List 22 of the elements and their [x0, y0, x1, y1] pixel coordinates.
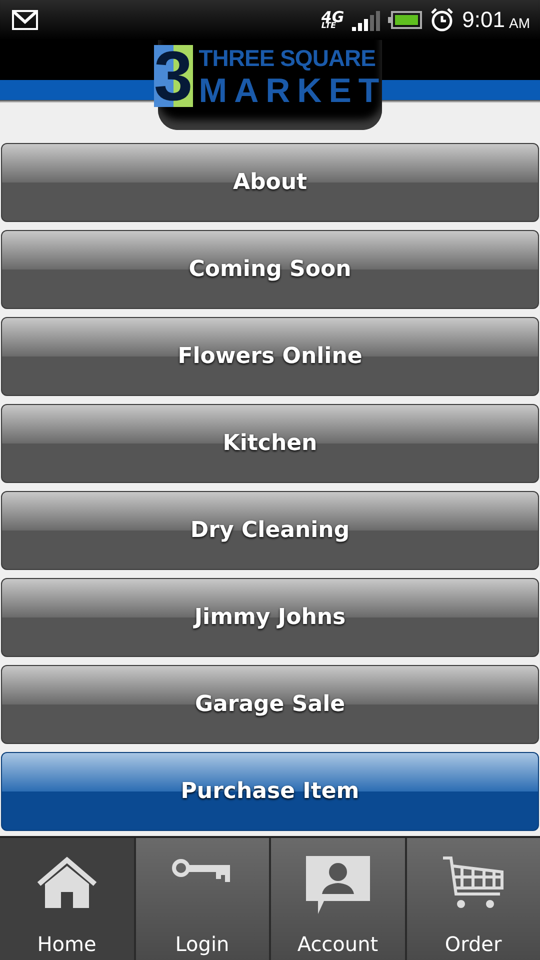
menu-button[interactable]: Flowers Online [1, 317, 539, 396]
clock-ampm: AM [509, 15, 530, 31]
menu-button[interactable]: Purchase Item [1, 752, 539, 831]
battery-icon [388, 11, 422, 29]
alarm-clock-icon [430, 8, 454, 32]
account-icon [304, 856, 372, 914]
menu-button[interactable]: Jimmy Johns [1, 578, 539, 657]
mail-icon [12, 10, 38, 30]
tab[interactable]: Account [271, 838, 404, 960]
menu-button[interactable]: Dry Cleaning [1, 491, 539, 570]
clock-time: 9:01 [462, 7, 505, 33]
logo-text: MARKET [198, 72, 386, 110]
menu-button[interactable]: Coming Soon [1, 230, 539, 309]
tab[interactable]: Login [136, 838, 269, 960]
menu-button[interactable]: Garage Sale [1, 665, 539, 744]
tab[interactable]: Home [0, 838, 134, 960]
tab[interactable]: Order [406, 838, 540, 960]
menu-button[interactable]: About [1, 143, 539, 222]
logo-text: THREE SQUARE [198, 45, 376, 72]
menu-button[interactable]: Kitchen [1, 404, 539, 483]
signal-icon [352, 9, 380, 31]
home-icon [36, 856, 97, 910]
